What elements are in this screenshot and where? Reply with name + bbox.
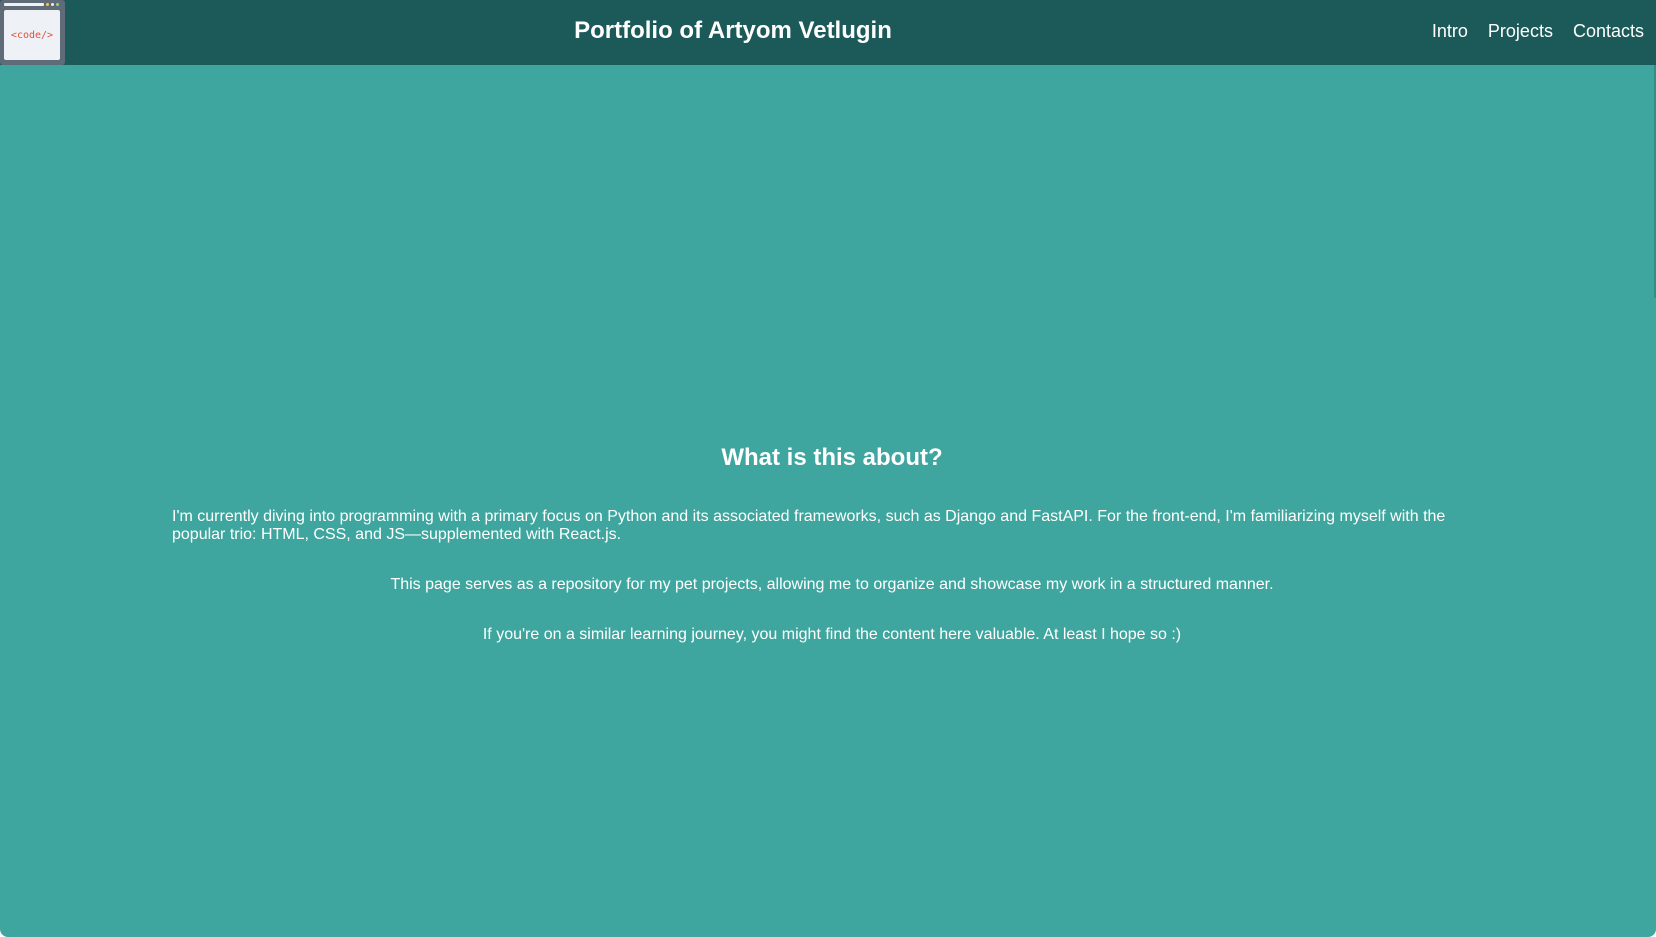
section-heading: What is this about?	[721, 444, 943, 471]
logo-dot	[56, 3, 59, 6]
logo-title-bar	[4, 3, 44, 6]
logo-dot	[51, 3, 54, 6]
nav-link-contacts[interactable]: Contacts	[1573, 21, 1644, 42]
site-title: Portfolio of Artyom Vetlugin	[574, 17, 892, 44]
page: <code/> Portfolio of Artyom Vetlugin Int…	[0, 0, 1656, 937]
intro-section: What is this about? I'm currently diving…	[172, 444, 1492, 676]
site-header: <code/> Portfolio of Artyom Vetlugin Int…	[0, 0, 1656, 65]
logo-dot	[46, 3, 49, 6]
intro-paragraph: This page serves as a repository for my …	[390, 576, 1274, 593]
main-nav: Intro Projects Contacts	[1432, 21, 1644, 42]
intro-paragraph: If you're on a similar learning journey,…	[482, 626, 1182, 643]
intro-paragraph: I'm currently diving into programming wi…	[172, 508, 1446, 543]
nav-link-projects[interactable]: Projects	[1488, 21, 1553, 42]
nav-link-intro[interactable]: Intro	[1432, 21, 1468, 42]
